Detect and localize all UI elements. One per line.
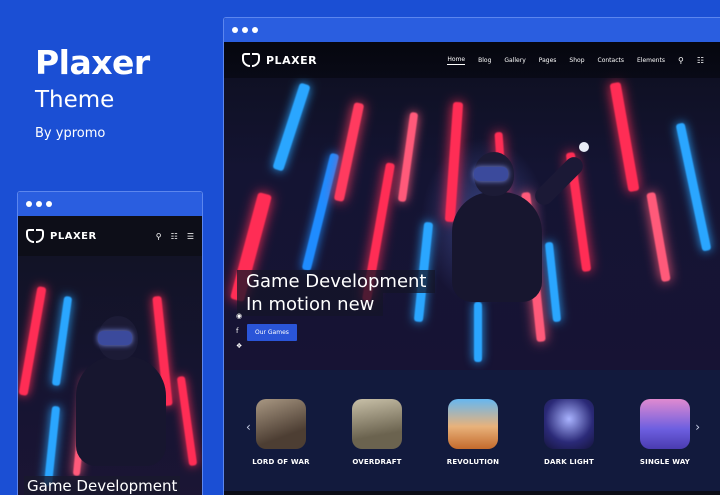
game-card[interactable]: DARK LIGHT bbox=[540, 399, 598, 466]
mobile-header-icons: ⚲ ☷ ☰ bbox=[156, 232, 194, 241]
game-card[interactable]: SINGLE WAY bbox=[636, 399, 694, 466]
site-header: PLAXER Home Blog Gallery Pages Shop Cont… bbox=[224, 42, 720, 78]
promo-subtitle: Theme bbox=[35, 87, 115, 113]
hero-title-line1: Game Development bbox=[237, 270, 436, 293]
game-thumbnail[interactable] bbox=[640, 399, 690, 449]
game-thumbnail[interactable] bbox=[544, 399, 594, 449]
neon-bar bbox=[397, 111, 419, 203]
nav-item-blog[interactable]: Blog bbox=[478, 57, 491, 64]
vr-headset-icon bbox=[474, 167, 508, 181]
window-dot-icon bbox=[46, 201, 52, 207]
hero-caption: Game Development In motion new Our Games bbox=[237, 270, 436, 341]
mobile-preview-window: PLAXER ⚲ ☷ ☰ Game Development bbox=[17, 191, 203, 495]
search-icon[interactable]: ⚲ bbox=[156, 232, 162, 241]
neon-bar bbox=[675, 122, 712, 252]
hero-title-line2: In motion new bbox=[237, 293, 384, 316]
vr-player-figure bbox=[58, 296, 202, 495]
vr-headset-icon bbox=[98, 331, 132, 345]
nav-item-gallery[interactable]: Gallery bbox=[504, 57, 525, 64]
search-icon[interactable]: ⚲ bbox=[678, 56, 684, 65]
logo-icon bbox=[26, 229, 44, 243]
page-footer-strip bbox=[224, 491, 720, 495]
facebook-icon[interactable]: f bbox=[236, 327, 242, 335]
window-dot-icon bbox=[242, 27, 248, 33]
promo-byline: By ypromo bbox=[35, 126, 106, 141]
game-title: REVOLUTION bbox=[446, 458, 500, 466]
neon-bar bbox=[609, 81, 640, 193]
desktop-preview-window: PLAXER Home Blog Gallery Pages Shop Cont… bbox=[223, 17, 720, 495]
site-logo[interactable]: PLAXER bbox=[242, 53, 317, 67]
game-thumbnail[interactable] bbox=[448, 399, 498, 449]
game-card[interactable]: LORD OF WAR bbox=[252, 399, 310, 466]
game-card[interactable]: REVOLUTION bbox=[444, 399, 502, 466]
window-titlebar bbox=[224, 18, 720, 42]
player-torso bbox=[76, 356, 166, 466]
vr-controller-icon bbox=[579, 142, 589, 152]
nav-item-pages[interactable]: Pages bbox=[539, 57, 557, 64]
hamburger-menu-icon[interactable]: ☰ bbox=[187, 232, 194, 241]
player-torso bbox=[452, 192, 542, 302]
player-arm bbox=[531, 153, 587, 209]
social-links: ◉ f ❖ bbox=[236, 312, 242, 350]
mobile-hero: Game Development bbox=[18, 256, 202, 495]
promo-title: Plaxer bbox=[35, 43, 150, 82]
promo-block: Plaxer Theme By ypromo bbox=[35, 43, 150, 142]
cart-icon[interactable]: ☷ bbox=[697, 56, 704, 65]
nav-item-contacts[interactable]: Contacts bbox=[598, 57, 624, 64]
vr-player-figure bbox=[434, 132, 589, 332]
game-title: LORD OF WAR bbox=[252, 458, 310, 466]
game-card[interactable]: OVERDRAFT bbox=[348, 399, 406, 466]
mobile-hero-title: Game Development bbox=[24, 476, 181, 495]
nav-item-shop[interactable]: Shop bbox=[569, 57, 584, 64]
nav-item-home[interactable]: Home bbox=[447, 56, 466, 65]
window-dot-icon bbox=[36, 201, 42, 207]
hero-section: PLAXER Home Blog Gallery Pages Shop Cont… bbox=[224, 42, 720, 370]
our-games-button[interactable]: Our Games bbox=[247, 324, 297, 341]
main-menu: Home Blog Gallery Pages Shop Contacts El… bbox=[447, 56, 704, 65]
game-title: DARK LIGHT bbox=[544, 458, 594, 466]
mobile-header: PLAXER ⚲ ☷ ☰ bbox=[18, 216, 202, 256]
window-dot-icon bbox=[232, 27, 238, 33]
neon-bar bbox=[646, 191, 671, 283]
cart-icon[interactable]: ☷ bbox=[171, 232, 178, 241]
neon-bar bbox=[333, 102, 365, 202]
neon-bar bbox=[301, 152, 340, 272]
game-thumbnail[interactable] bbox=[352, 399, 402, 449]
neon-bar bbox=[272, 82, 311, 172]
game-thumbnail[interactable] bbox=[256, 399, 306, 449]
logo-text: PLAXER bbox=[50, 230, 97, 242]
neon-bar bbox=[18, 286, 47, 396]
carousel-next-icon[interactable]: › bbox=[695, 420, 700, 434]
site-logo[interactable]: PLAXER bbox=[26, 229, 97, 243]
logo-icon bbox=[242, 53, 260, 67]
window-dot-icon bbox=[26, 201, 32, 207]
carousel-prev-icon[interactable]: ‹ bbox=[246, 420, 251, 434]
twitter-icon[interactable]: ❖ bbox=[236, 342, 242, 350]
games-carousel: ‹ LORD OF WAR OVERDRAFT REVOLUTION DARK … bbox=[224, 370, 720, 491]
logo-text: PLAXER bbox=[266, 53, 318, 67]
instagram-icon[interactable]: ◉ bbox=[236, 312, 242, 320]
nav-item-elements[interactable]: Elements bbox=[637, 57, 665, 64]
game-title: SINGLE WAY bbox=[639, 458, 691, 466]
window-dot-icon bbox=[252, 27, 258, 33]
window-titlebar bbox=[18, 192, 202, 216]
game-title: OVERDRAFT bbox=[352, 458, 402, 466]
